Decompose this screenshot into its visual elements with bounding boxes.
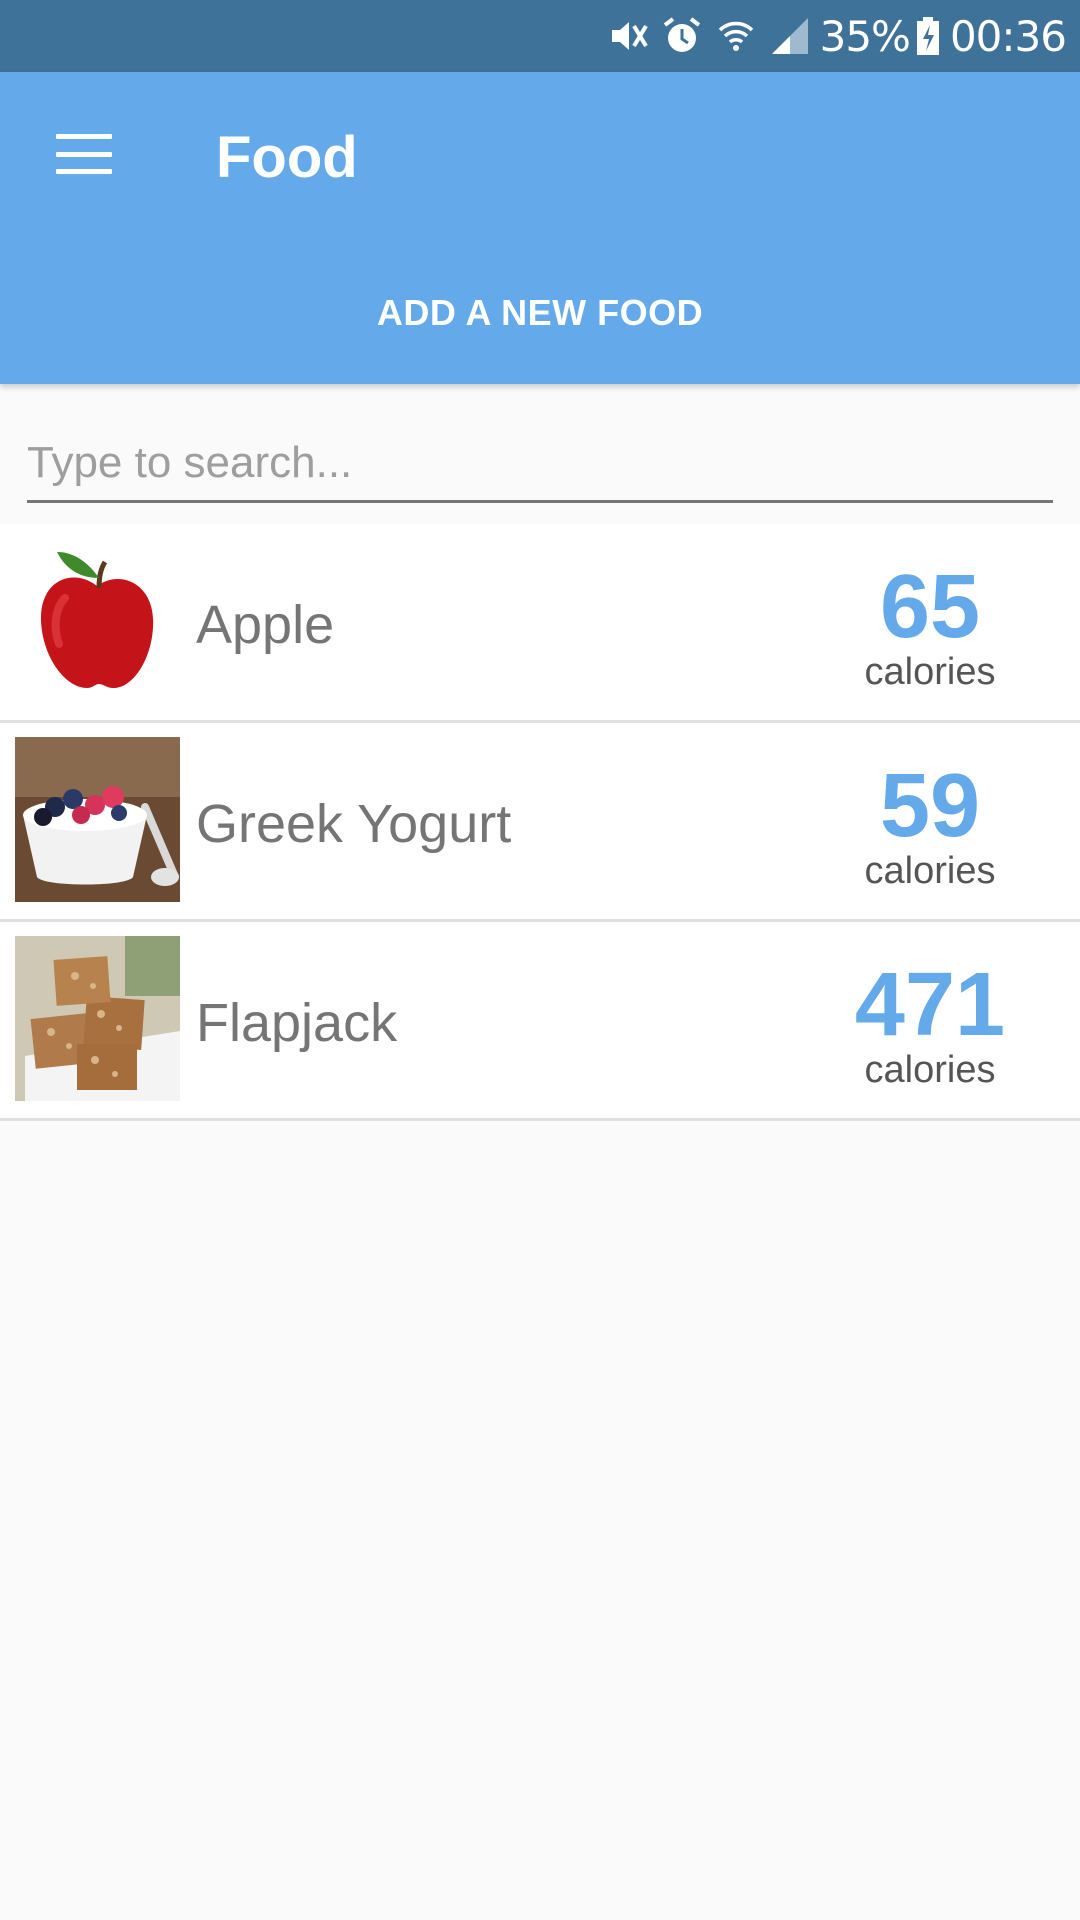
calories-unit: calories (864, 651, 996, 693)
greek-yogurt-image (15, 737, 180, 902)
clock: 00:36 (949, 11, 1067, 61)
food-name: Flapjack (196, 993, 398, 1053)
mute-icon (608, 16, 648, 56)
list-item[interactable]: Apple 65 calories (0, 524, 1080, 723)
calories-value: 471 (854, 955, 1006, 1055)
calories-block: 471 calories (850, 960, 1010, 1090)
page-title: Food (216, 125, 358, 190)
flapjack-image (15, 936, 180, 1101)
battery-percent: 35% (819, 11, 911, 61)
list-item[interactable]: Greek Yogurt 59 calories (0, 723, 1080, 922)
calories-value: 65 (879, 557, 981, 657)
calories-block: 59 calories (850, 761, 1010, 891)
calories-block: 65 calories (850, 562, 1010, 692)
alarm-icon (662, 16, 702, 56)
food-name: Apple (196, 595, 335, 655)
add-new-food-button[interactable]: ADD A NEW FOOD (0, 292, 1080, 334)
app-bar: Food ADD A NEW FOOD (0, 72, 1080, 384)
search-input[interactable] (27, 428, 1053, 498)
battery-charging-icon (916, 16, 940, 56)
status-bar: 35% 00:36 (0, 0, 1080, 72)
calories-unit: calories (864, 850, 996, 892)
search-field (27, 428, 1053, 503)
calories-unit: calories (864, 1049, 996, 1091)
food-name: Greek Yogurt (196, 794, 512, 854)
food-list: Apple 65 calories Greek Yogurt 59 calori… (0, 524, 1080, 1121)
list-item[interactable]: Flapjack 471 calories (0, 922, 1080, 1121)
wifi-icon (716, 16, 756, 56)
calories-value: 59 (879, 756, 981, 856)
apple-image (15, 538, 180, 703)
hamburger-menu-icon[interactable] (56, 134, 112, 174)
signal-icon (770, 16, 810, 56)
